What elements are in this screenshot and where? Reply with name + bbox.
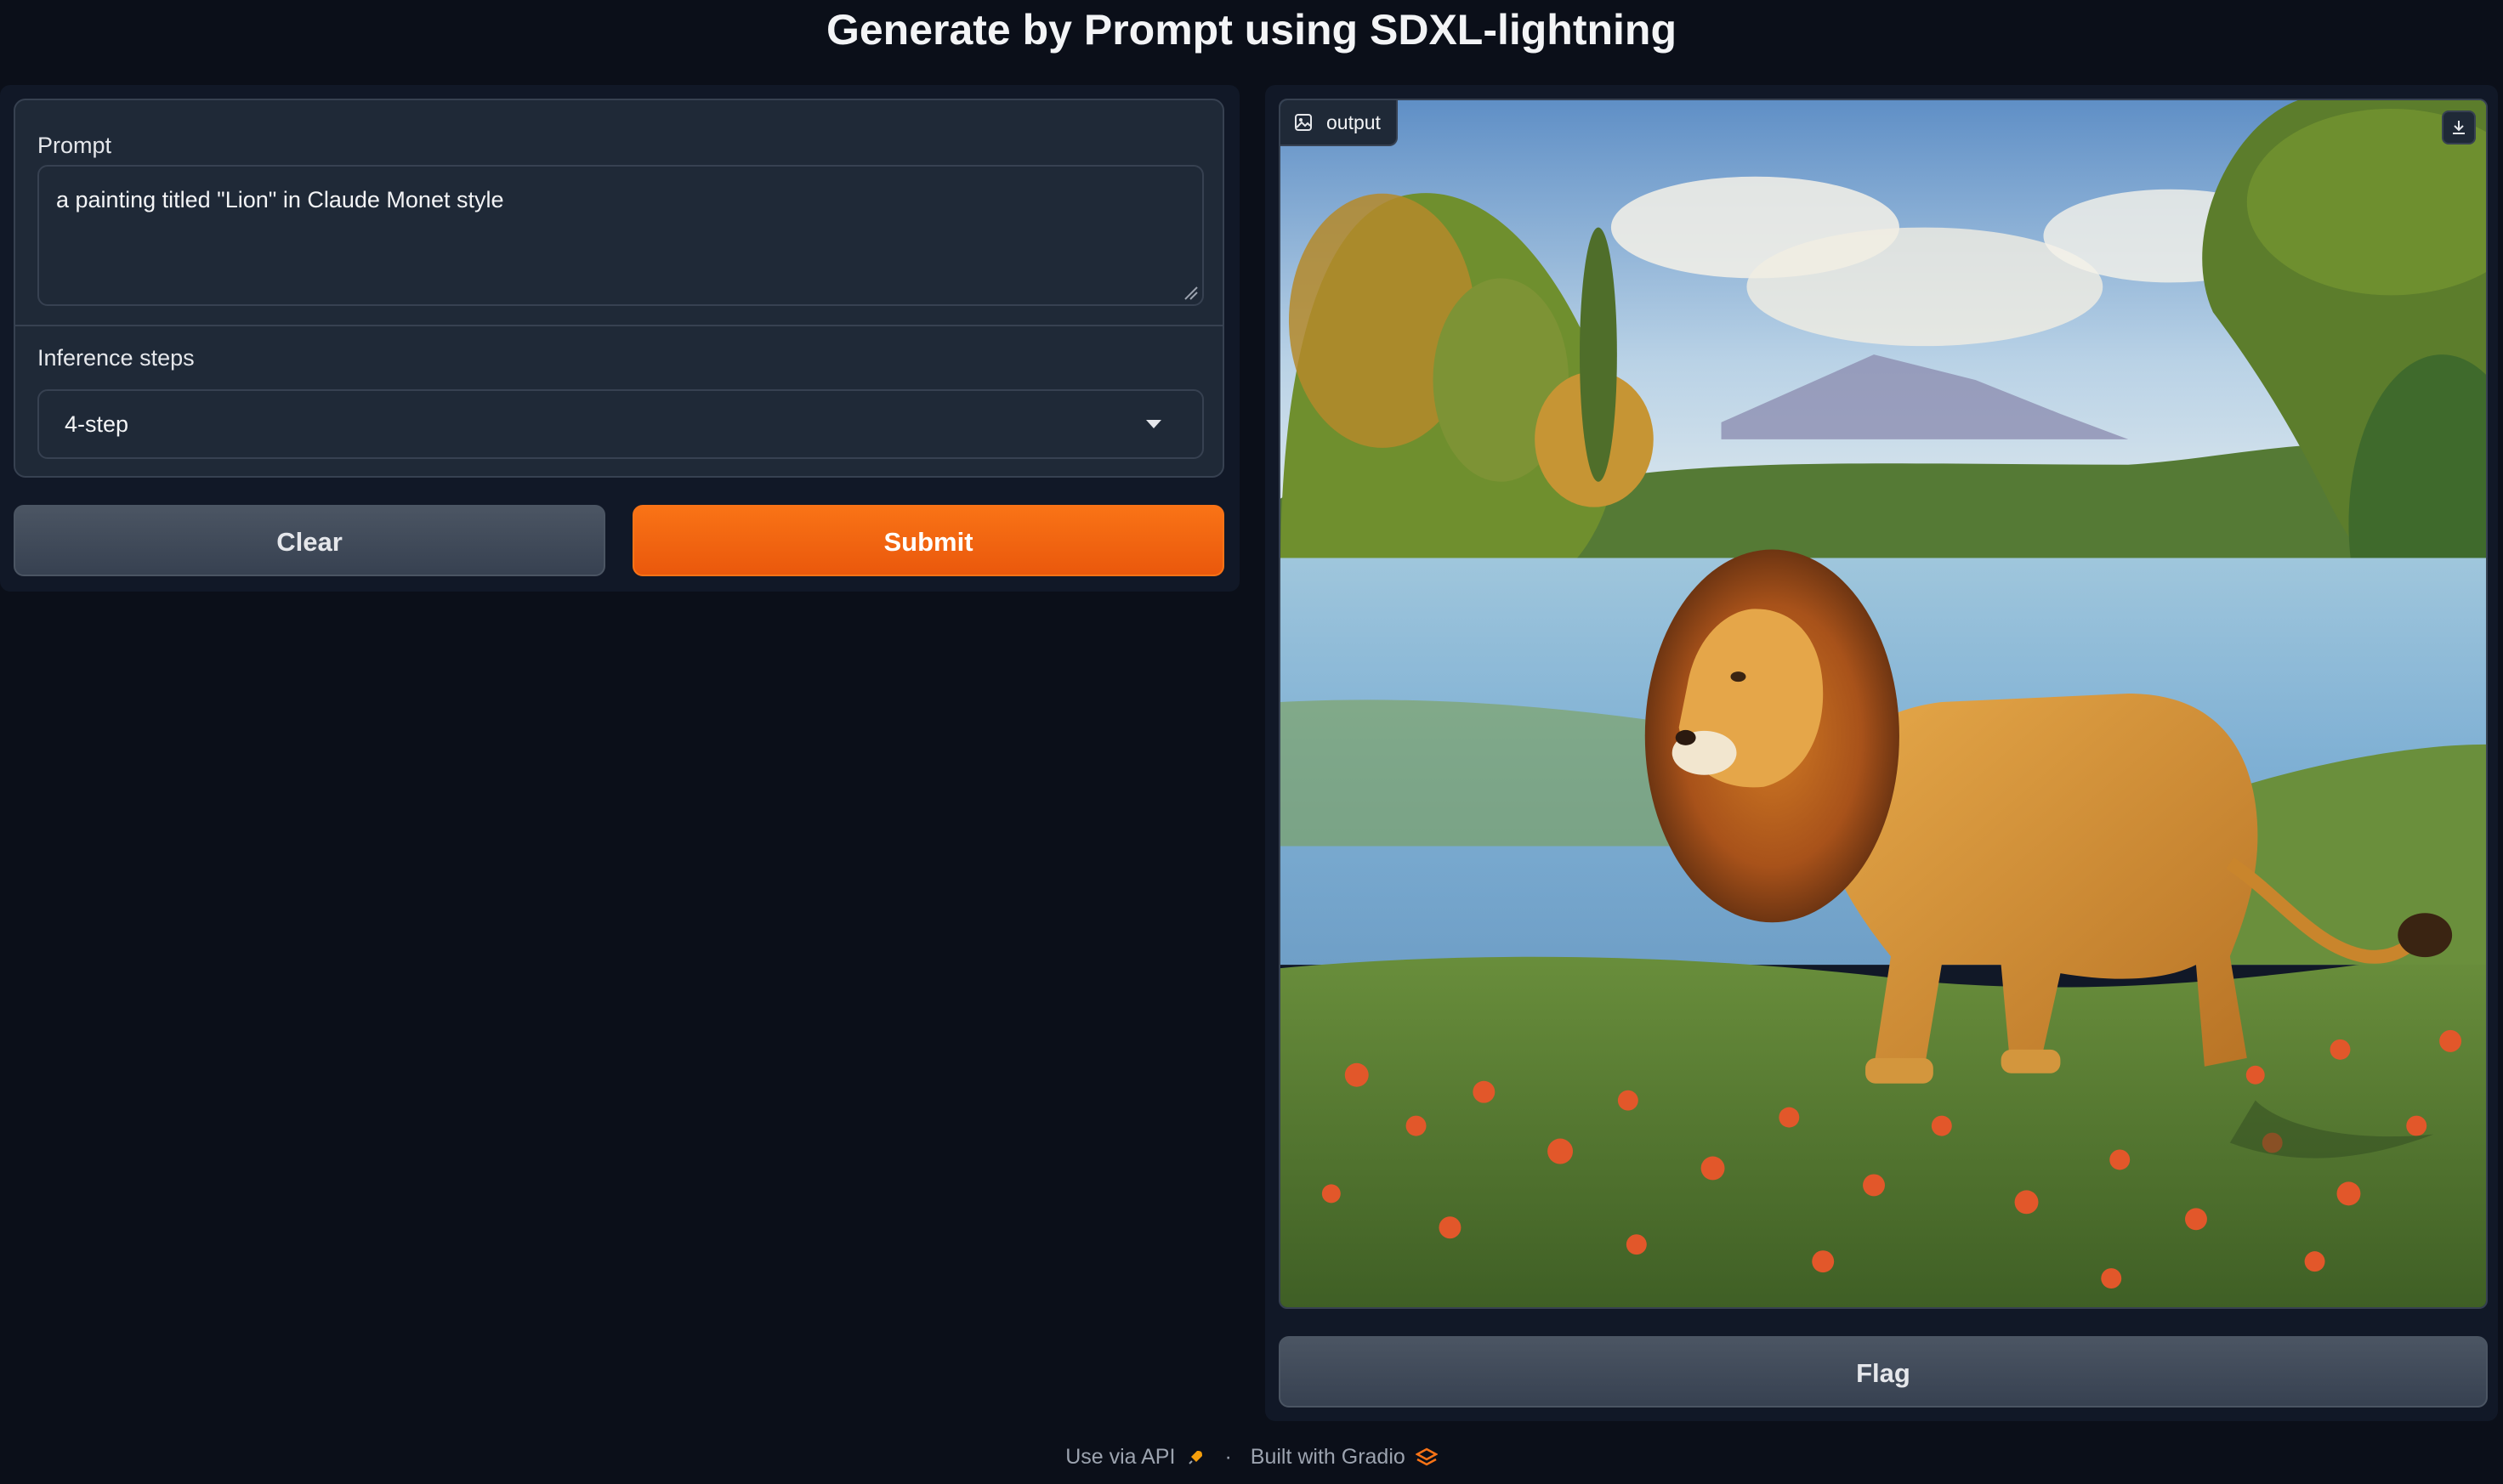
clear-button[interactable]: Clear (14, 505, 605, 576)
footer-separator: · (1224, 1445, 1232, 1469)
built-with-gradio-link[interactable]: Built with Gradio (1251, 1445, 1405, 1470)
inference-steps-dropdown[interactable]: 4-step (37, 389, 1204, 459)
flag-button[interactable]: Flag (1279, 1336, 2488, 1408)
output-label: output (1280, 100, 1398, 146)
prompt-label: Prompt (37, 133, 112, 158)
form-block: Prompt a painting titled "Lion" in Claud… (14, 99, 1224, 478)
download-button[interactable] (2442, 110, 2476, 144)
submit-button[interactable]: Submit (633, 505, 1224, 576)
divider (15, 325, 1223, 326)
output-panel: output Flag (1265, 85, 2498, 1421)
image-icon (1295, 114, 1312, 131)
footer: Use via API · Built with Gradio (0, 1445, 2503, 1470)
download-icon (2453, 121, 2465, 134)
output-image (1280, 100, 2486, 1307)
inference-steps-label: Inference steps (37, 345, 195, 371)
rocket-icon (1189, 1450, 1203, 1464)
chevron-down-icon (1146, 420, 1161, 428)
resize-handle-icon[interactable] (1180, 282, 1199, 301)
output-image-container: output (1279, 99, 2488, 1309)
prompt-text: a painting titled "Lion" in Claude Monet… (56, 187, 504, 212)
prompt-textarea[interactable]: a painting titled "Lion" in Claude Monet… (37, 165, 1204, 306)
use-via-api-link[interactable]: Use via API (1065, 1445, 1175, 1470)
page-title: Generate by Prompt using SDXL-lightning (826, 6, 1677, 54)
input-panel: Prompt a painting titled "Lion" in Claud… (0, 85, 1240, 592)
inference-steps-value: 4-step (65, 411, 129, 437)
gradio-logo-icon (1415, 1447, 1438, 1465)
output-label-text: output (1326, 110, 1381, 133)
